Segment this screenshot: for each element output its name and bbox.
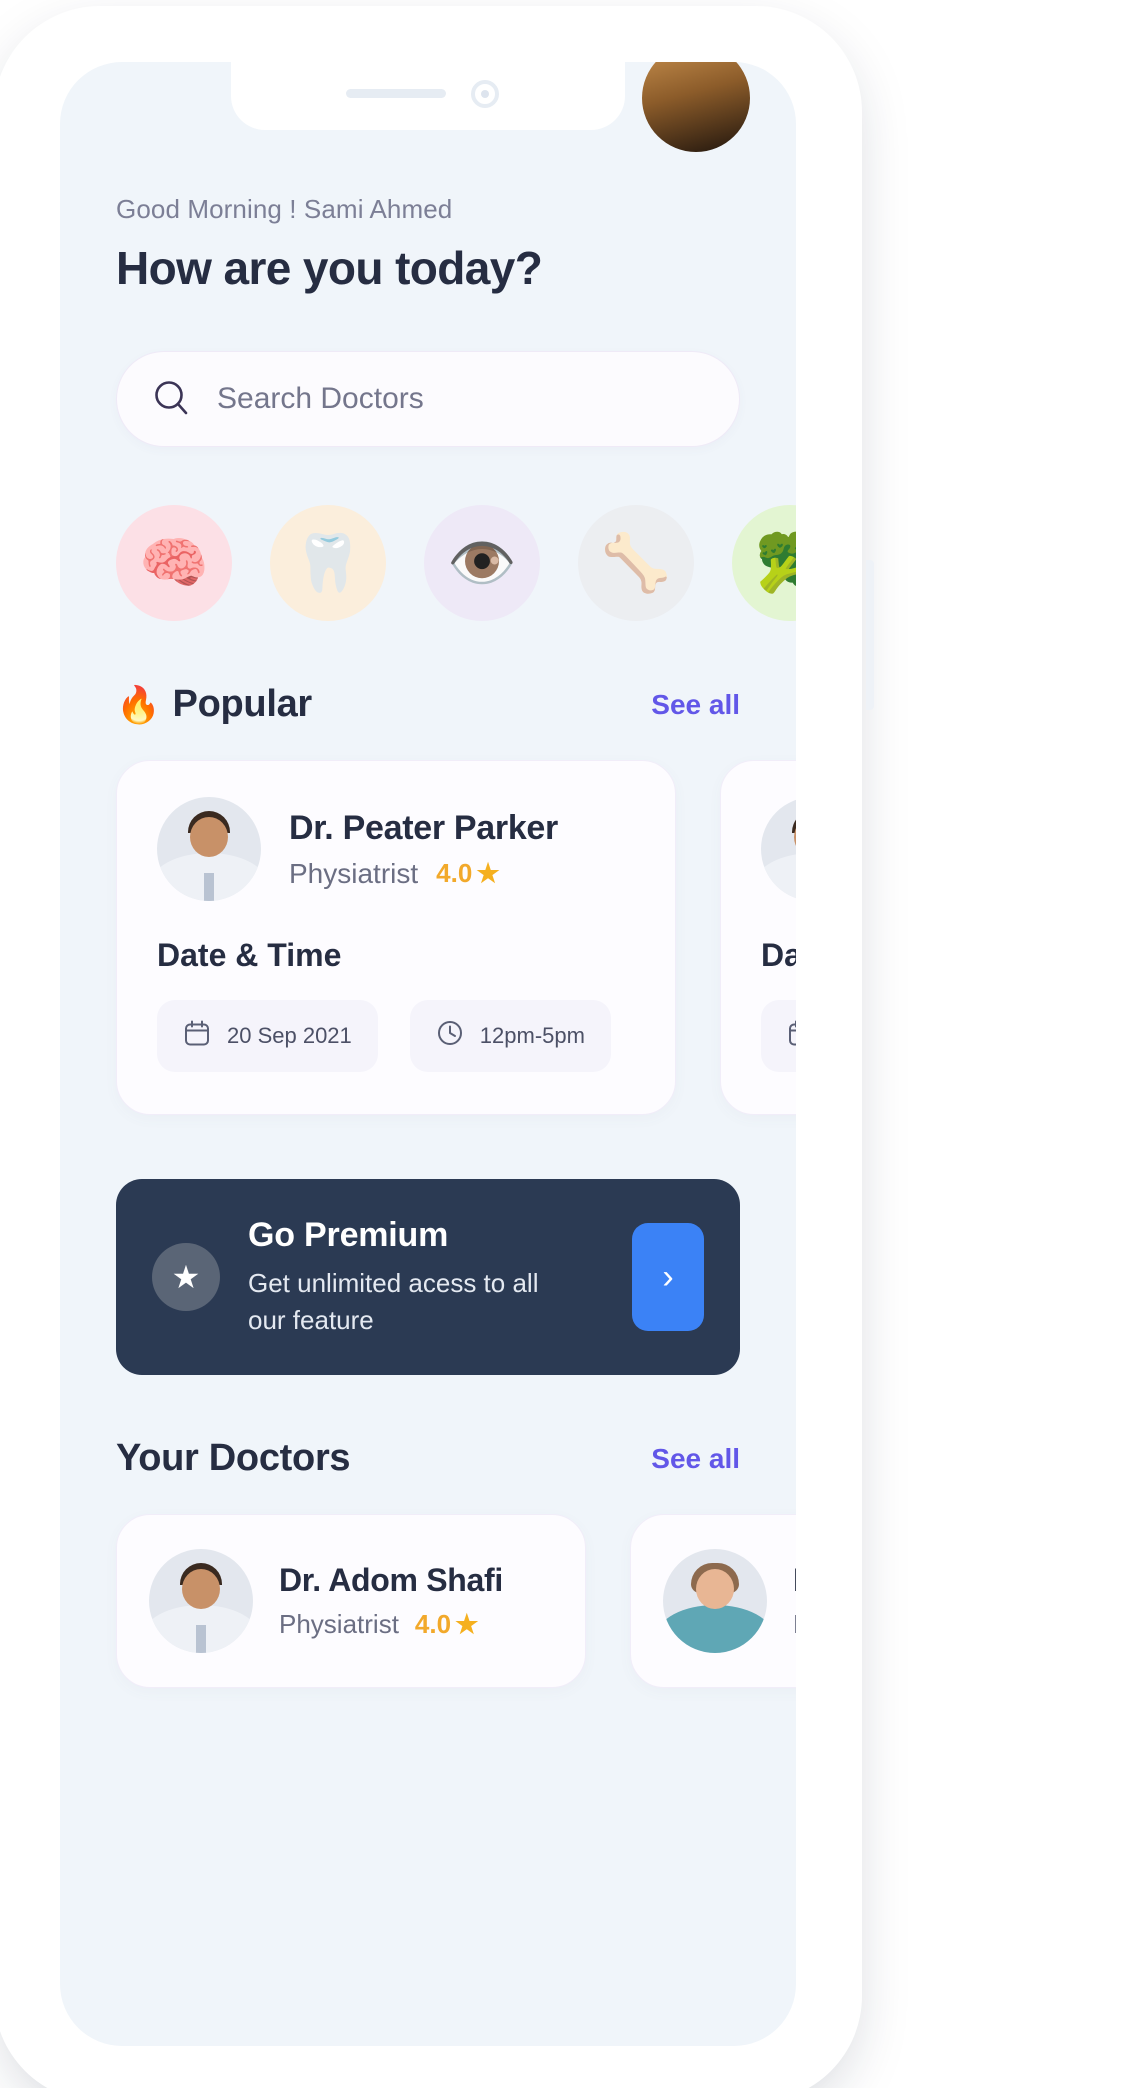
premium-subtitle: Get unlimited acess to all our feature bbox=[248, 1267, 539, 1335]
category-rail[interactable]: 🧠 🦷 👁️ 🦴 🥦 bbox=[116, 505, 796, 621]
date-chip[interactable]: 20 Sep 2021 bbox=[157, 1000, 378, 1072]
doctor-rating: 4.0 ★ bbox=[415, 1609, 478, 1640]
doctor-card-header: Dr. Peater Parker Physiatrist 4.0 ★ bbox=[157, 797, 635, 901]
avatar-face bbox=[696, 1569, 734, 1609]
doctor-card[interactable]: Dr. Peater Parker Physiatrist 4.0 ★ Date… bbox=[116, 760, 676, 1115]
doctor-meta: Dr. Adom Shafi Physiatrist 4.0 ★ bbox=[279, 1562, 503, 1640]
your-doctors-rail[interactable]: Dr. Adom Shafi Physiatrist 4.0 ★ bbox=[116, 1514, 796, 1688]
fire-icon: 🔥 bbox=[116, 683, 161, 725]
your-doctors-section-header: Your Doctors See all bbox=[116, 1437, 740, 1480]
doctor-subline: Physiatrist 4.0 ★ bbox=[279, 1609, 503, 1640]
search-input[interactable]: Search Doctors bbox=[116, 351, 740, 447]
phone-frame: Good Morning ! Sami Ahmed How are you to… bbox=[8, 20, 874, 2088]
earpiece-speaker bbox=[346, 89, 446, 98]
avatar-face bbox=[190, 817, 228, 857]
doctor-name: Dr. Peater Parker bbox=[289, 808, 558, 847]
phone-notch bbox=[231, 62, 625, 130]
popular-title: 🔥 Popular bbox=[116, 683, 312, 726]
doctor-specialty: Physiatrist bbox=[289, 857, 419, 889]
datetime-label: Date & Time bbox=[157, 937, 342, 973]
category-tooth[interactable]: 🦷 bbox=[270, 505, 386, 621]
camera-lens-dot bbox=[481, 90, 489, 98]
bone-icon: 🦴 bbox=[601, 531, 671, 594]
premium-title: Go Premium bbox=[248, 1215, 449, 1254]
doctor-avatar bbox=[157, 797, 261, 901]
category-brain[interactable]: 🧠 bbox=[116, 505, 232, 621]
your-doctors-title: Your Doctors bbox=[116, 1437, 351, 1480]
doctor-avatar bbox=[663, 1549, 767, 1653]
avatar-coat bbox=[663, 1605, 767, 1653]
avatar-face bbox=[182, 1569, 220, 1609]
date-chip-label: 20 Sep 2021 bbox=[227, 1023, 352, 1048]
avatar-stethoscope bbox=[204, 873, 214, 901]
doctor-subline: Physiatrist 4.0 ★ bbox=[793, 1609, 796, 1640]
doctor-meta: Dr. Lina Roy Physiatrist 4.0 ★ bbox=[793, 1562, 796, 1640]
rating-value: 4.0 bbox=[414, 1609, 452, 1639]
datetime-label: Date & Time bbox=[761, 937, 796, 973]
datetime-chips: 22 Sep 2021 10am-3pm bbox=[761, 1000, 796, 1072]
list-item[interactable]: Dr. Adom Shafi Physiatrist 4.0 ★ bbox=[116, 1514, 586, 1688]
phone-screen: Good Morning ! Sami Ahmed How are you to… bbox=[60, 62, 796, 2046]
avatar-stethoscope bbox=[196, 1625, 206, 1653]
star-icon: ★ bbox=[171, 1259, 201, 1295]
doctor-avatar bbox=[149, 1549, 253, 1653]
list-item[interactable]: Dr. Lina Roy Physiatrist 4.0 ★ bbox=[630, 1514, 796, 1688]
rating-value: 4.0 bbox=[436, 858, 473, 888]
popular-card-rail[interactable]: Dr. Peater Parker Physiatrist 4.0 ★ Date… bbox=[116, 760, 796, 1115]
eye-icon: 👁️ bbox=[447, 531, 517, 594]
search-icon bbox=[151, 378, 193, 420]
your-doctors-see-all-link[interactable]: See all bbox=[651, 1443, 740, 1475]
star-icon: ★ bbox=[455, 1609, 479, 1639]
avatar-coat bbox=[761, 853, 796, 901]
page-title: How are you today? bbox=[116, 242, 543, 294]
doctor-specialty: Physiatrist bbox=[793, 1609, 796, 1640]
brain-icon: 🧠 bbox=[139, 531, 209, 594]
your-doctors-title-label: Your Doctors bbox=[116, 1437, 351, 1479]
doctor-card-header: Dr. Sara Khan Physiatrist 4.0 ★ bbox=[761, 797, 796, 901]
time-chip[interactable]: 12pm-5pm bbox=[409, 1000, 611, 1072]
popular-title-label: Popular bbox=[172, 683, 313, 725]
time-chip-label: 12pm-5pm bbox=[479, 1023, 585, 1048]
category-eye[interactable]: 👁️ bbox=[424, 505, 540, 621]
greeting-text: Good Morning ! Sami Ahmed bbox=[116, 194, 453, 224]
doctor-name: Dr. Adom Shafi bbox=[279, 1562, 503, 1598]
datetime-chips: 20 Sep 2021 12pm-5pm bbox=[157, 1000, 635, 1072]
search-placeholder: Search Doctors bbox=[217, 382, 424, 415]
phone-power-button bbox=[866, 560, 874, 710]
calendar-icon bbox=[183, 1019, 211, 1053]
go-premium-banner[interactable]: ★ Go Premium Get unlimited acess to all … bbox=[116, 1179, 740, 1375]
doctor-meta: Dr. Peater Parker Physiatrist 4.0 ★ bbox=[289, 809, 635, 890]
doctor-avatar bbox=[761, 797, 796, 901]
doctor-card[interactable]: Dr. Sara Khan Physiatrist 4.0 ★ Date & T… bbox=[720, 760, 796, 1115]
category-bone[interactable]: 🦴 bbox=[578, 505, 694, 621]
star-icon: ★ bbox=[476, 858, 500, 888]
doctor-specialty: Physiatrist bbox=[279, 1609, 399, 1639]
app-content: Good Morning ! Sami Ahmed How are you to… bbox=[60, 62, 796, 2046]
front-camera-icon bbox=[471, 80, 499, 108]
clock-icon bbox=[436, 1019, 464, 1053]
doctor-name: Dr. Lina Roy bbox=[793, 1562, 796, 1599]
premium-star-badge: ★ bbox=[152, 1243, 220, 1311]
tooth-icon: 🦷 bbox=[293, 531, 363, 594]
category-broccoli[interactable]: 🥦 bbox=[732, 505, 796, 621]
doctor-rating: 4.0 ★ bbox=[436, 858, 499, 889]
chevron-right-icon: › bbox=[662, 1257, 674, 1296]
broccoli-icon: 🥦 bbox=[755, 531, 796, 594]
premium-text: Go Premium Get unlimited acess to all ou… bbox=[248, 1216, 604, 1339]
premium-next-button[interactable]: › bbox=[632, 1223, 704, 1331]
calendar-icon bbox=[787, 1019, 796, 1053]
date-chip[interactable]: 22 Sep 2021 bbox=[761, 1000, 796, 1072]
doctor-subline: Physiatrist 4.0 ★ bbox=[289, 858, 635, 890]
popular-section-header: 🔥 Popular See all bbox=[116, 683, 740, 726]
popular-see-all-link[interactable]: See all bbox=[651, 689, 740, 721]
